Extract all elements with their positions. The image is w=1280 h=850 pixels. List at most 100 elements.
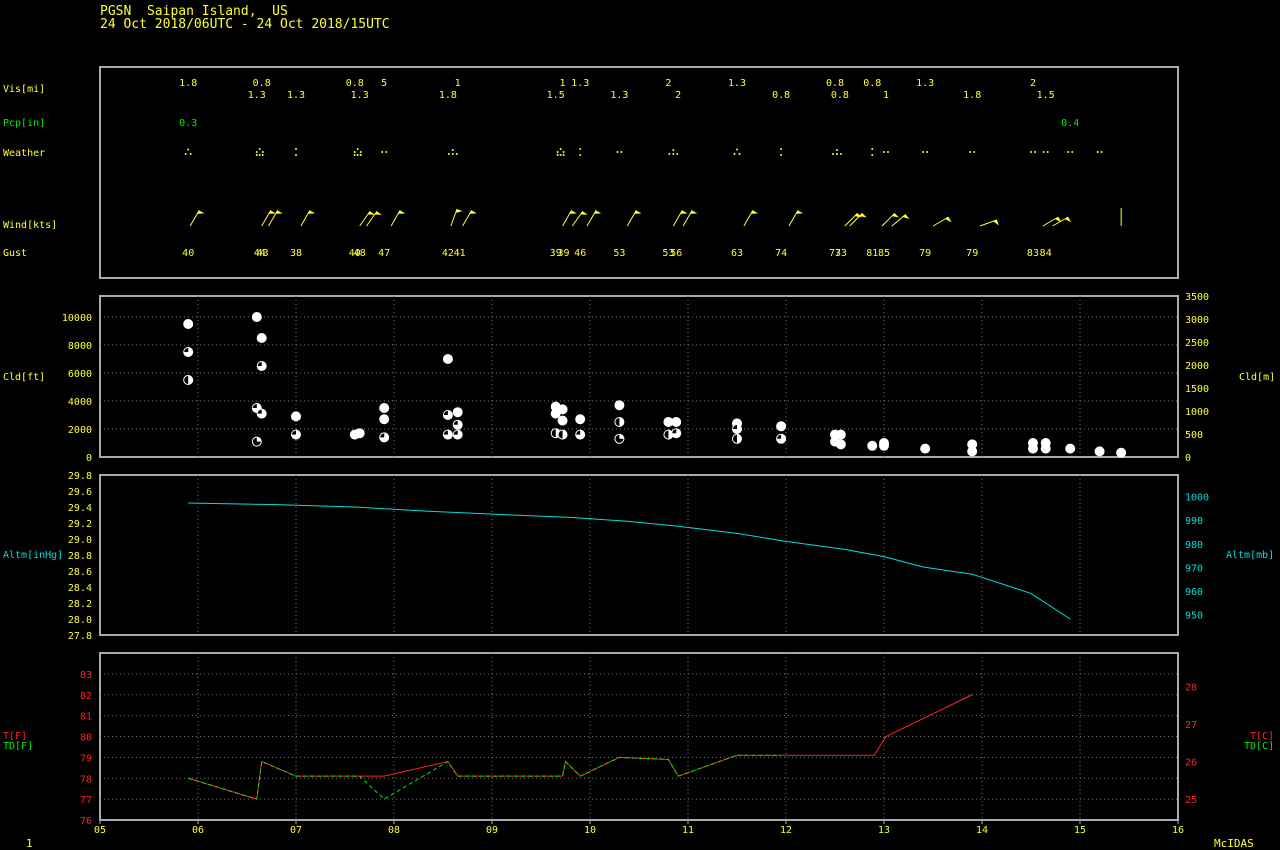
cloud-ft-tick: 2000 — [68, 425, 92, 436]
altimeter-inhg-tick: 28.8 — [68, 551, 92, 562]
x-tick-label: 09 — [486, 825, 498, 836]
visibility-value: 0.8 — [831, 90, 849, 101]
weather-dot — [189, 153, 192, 155]
gust-value: 84 — [1040, 248, 1052, 259]
dewpoint-c-label: TD[C] — [1244, 741, 1274, 752]
moderate-rain-icon — [871, 148, 874, 156]
weather-dot — [736, 148, 738, 151]
altimeter-inhg-tick: 28.0 — [68, 615, 92, 626]
cloud-ft-tick: 4000 — [68, 397, 92, 408]
gust-value: 83 — [1027, 248, 1039, 259]
wind-barb-staff — [390, 210, 401, 227]
cloud-m-label: Cld[m] — [1239, 372, 1275, 383]
wind-barb-pennant — [891, 213, 900, 218]
cloud-marker — [835, 439, 846, 450]
cloud-marker — [291, 411, 301, 422]
cloud-marker-fill — [379, 414, 389, 424]
weather-dot — [187, 148, 190, 151]
cloud-marker — [614, 433, 625, 444]
cloud-marker-fill — [551, 409, 561, 419]
weather-dot — [1100, 151, 1103, 153]
cloud-m-tick: 0 — [1185, 453, 1191, 464]
visibility-value: 1 — [455, 78, 461, 89]
weather-dot — [620, 151, 623, 153]
visibility-value: 0.8 — [863, 78, 881, 89]
cloud-ft-tick: 0 — [86, 453, 92, 464]
weather-dot — [882, 151, 885, 153]
cloud-marker — [614, 417, 625, 427]
cloud-marker — [354, 428, 365, 439]
wind-barb — [844, 212, 862, 227]
moderate-rain-icon — [780, 148, 783, 156]
visibility-value: 1.3 — [287, 90, 305, 101]
rain-showers-icon — [831, 149, 842, 155]
cloud-marker — [732, 433, 742, 444]
cloud-marker-fill — [379, 403, 389, 413]
wind-barb-pennant — [1064, 217, 1072, 223]
altimeter-mb-tick: 950 — [1185, 611, 1203, 622]
cloud-marker — [1094, 446, 1105, 457]
rain-icon — [556, 148, 565, 156]
visibility-value: 1 — [560, 78, 566, 89]
cloud-marker — [614, 400, 625, 411]
altimeter-inhg-tick: 28.2 — [68, 599, 92, 610]
weather-dot — [886, 151, 889, 153]
visibility-value: 1.3 — [351, 90, 369, 101]
cloud-marker — [879, 440, 889, 451]
wind-barb — [881, 212, 900, 227]
gust-value: 38 — [290, 248, 302, 259]
x-tick-label: 11 — [682, 825, 694, 836]
weather-dot — [255, 151, 258, 153]
altimeter-inhg-tick: 29.8 — [68, 471, 92, 482]
cloud-marker-fill — [1028, 444, 1038, 454]
rain-showers-icon — [668, 149, 679, 155]
weather-dot — [831, 153, 834, 155]
weather-dot — [295, 154, 297, 156]
temperature-f-tick: 77 — [80, 795, 92, 806]
wind-barb — [1042, 216, 1062, 227]
wind-barb-pennant — [268, 210, 276, 214]
temperature-f-tick: 78 — [80, 774, 92, 785]
x-tick-label: 15 — [1074, 825, 1086, 836]
cloud-marker — [776, 421, 787, 432]
wind-barb-pennant — [569, 210, 577, 214]
wind-barb-pennant — [750, 210, 759, 214]
cloud-marker-fill — [1116, 448, 1126, 458]
drizzle-icon — [381, 151, 388, 153]
dewpoint-f-label: TD[F] — [3, 741, 33, 752]
wind-barb-pennant — [634, 210, 642, 214]
rain-icon — [353, 148, 362, 156]
cloud-marker-fill — [879, 441, 889, 451]
weather-dot — [261, 154, 264, 156]
cloud-marker — [967, 446, 978, 457]
rain-icon — [255, 148, 264, 156]
drizzle-icon — [1029, 151, 1036, 153]
altimeter-inhg-tick: 29.2 — [68, 519, 92, 530]
cloud-m-tick: 1500 — [1185, 384, 1209, 395]
weather-dot — [835, 149, 838, 151]
weather-dot — [926, 151, 929, 153]
altimeter-mb-label: Altm[mb] — [1226, 550, 1274, 561]
wind-barb — [450, 208, 463, 227]
wind-barb-pennant — [945, 217, 952, 223]
gust-value: 42 — [442, 248, 454, 259]
cloud-m-tick: 1000 — [1185, 407, 1209, 418]
visibility-value: 0.8 — [253, 78, 271, 89]
x-tick-label: 12 — [780, 825, 792, 836]
moderate-rain-icon — [579, 148, 582, 156]
gust-value: 47 — [378, 248, 390, 259]
weather-dot — [451, 149, 454, 151]
weather-dot — [447, 153, 450, 155]
wind-barb-pennant — [902, 214, 910, 220]
altimeter-inhg-tick: 28.6 — [68, 567, 92, 578]
altimeter-inhg-label: Altm[inHg] — [3, 550, 63, 561]
cloud-marker — [442, 410, 453, 420]
x-tick-label: 06 — [192, 825, 204, 836]
temperature-f-tick: 82 — [80, 691, 92, 702]
visibility-value: 0.8 — [346, 78, 364, 89]
visibility-value: 1.8 — [439, 90, 457, 101]
weather-dot — [1046, 151, 1049, 153]
visibility-value: 1.8 — [179, 78, 197, 89]
cloud-marker — [442, 429, 453, 440]
weather-dot — [871, 154, 874, 156]
